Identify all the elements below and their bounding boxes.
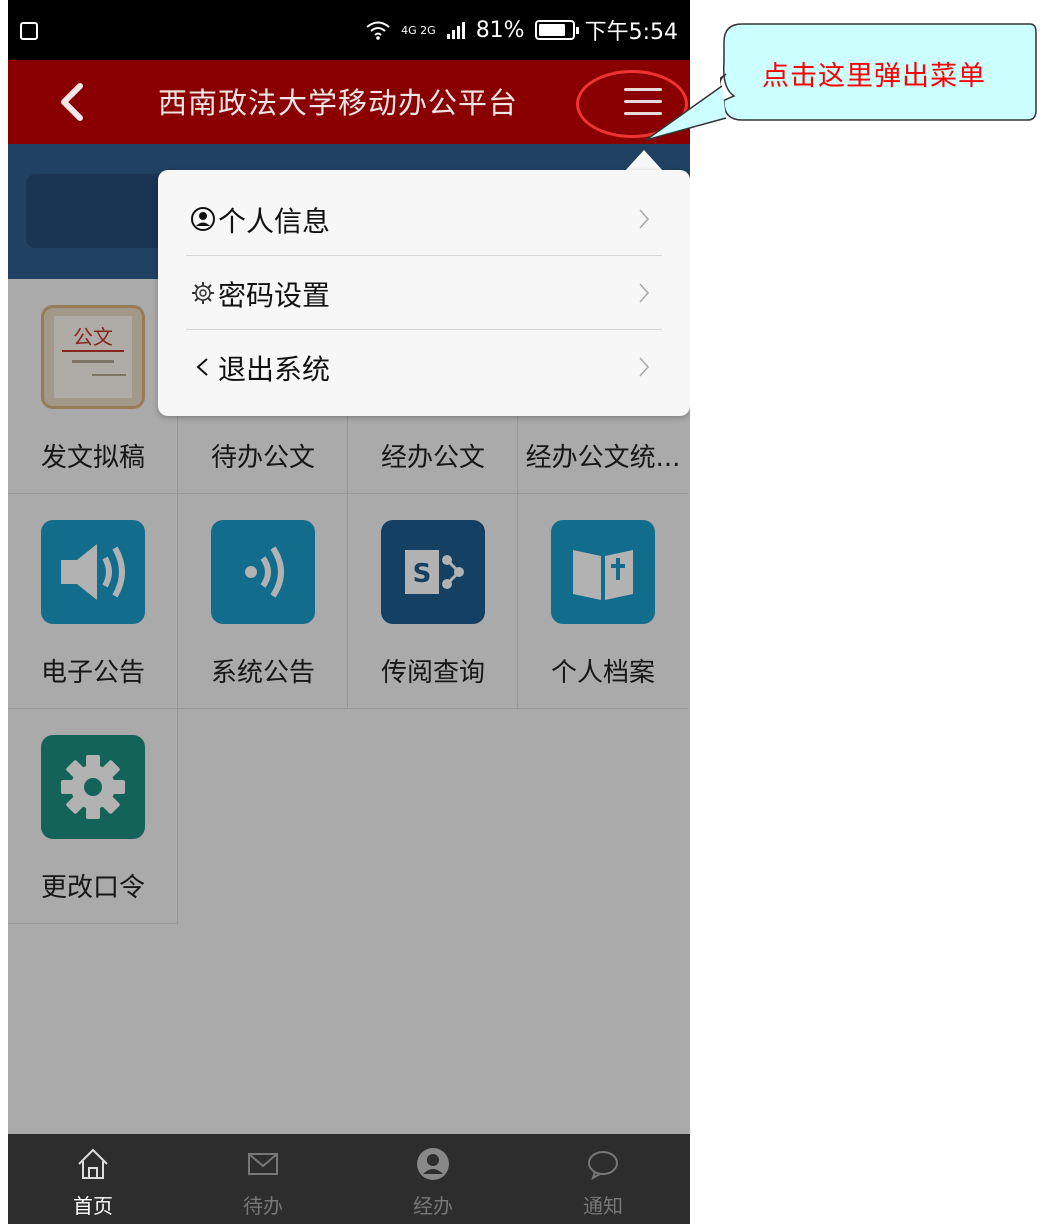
nav-label: 通知: [583, 1194, 623, 1218]
menu-item-profile[interactable]: 个人信息: [186, 182, 662, 256]
chat-bubble-icon: [588, 1151, 618, 1181]
nav-label: 待办: [243, 1194, 283, 1218]
wifi-icon: [366, 21, 390, 40]
user-circle-icon: [191, 207, 215, 231]
chevron-right-icon: [639, 283, 650, 303]
signal-icon: [446, 22, 465, 39]
nav-handled[interactable]: 经办: [348, 1134, 518, 1224]
dropdown-menu: 个人信息 密码设置 退出系统: [158, 170, 690, 416]
callout-pointer: [645, 85, 727, 141]
nav-label: 首页: [73, 1194, 113, 1218]
callout-text: 点击这里弹出菜单: [762, 61, 986, 92]
menu-item-password[interactable]: 密码设置: [186, 256, 662, 330]
battery-percent: 81%: [475, 17, 525, 43]
chevron-right-icon: [639, 357, 650, 377]
dropdown-caret: [624, 150, 664, 172]
bottom-nav: 首页 待办 经办 通知: [8, 1134, 690, 1224]
home-icon: [78, 1148, 108, 1179]
chevron-left-icon: [196, 358, 208, 376]
clock: 下午5:54: [584, 20, 678, 45]
status-bar: 4G 2G 81% 下午5:54: [8, 0, 690, 60]
phone-screen: 4G 2G 81% 下午5:54 西南政法大学移动办公平台 公文 发文拟稿 待办…: [8, 0, 690, 1224]
nav-home[interactable]: 首页: [8, 1134, 178, 1224]
menu-item-logout[interactable]: 退出系统: [186, 330, 662, 404]
nav-label: 经办: [413, 1194, 453, 1218]
mail-icon: [248, 1153, 278, 1175]
status-indicators: 4G 2G 81% 下午5:54: [365, 0, 678, 60]
nav-notify[interactable]: 通知: [518, 1134, 688, 1224]
network-indicator: 4G 2G: [401, 23, 436, 37]
menu-item-label: 个人信息: [218, 205, 331, 238]
back-button[interactable]: [52, 80, 92, 124]
gear-icon: [192, 282, 214, 304]
screenshot-icon: [20, 22, 38, 40]
battery-icon: [534, 20, 579, 40]
nav-todo[interactable]: 待办: [178, 1134, 348, 1224]
menu-item-label: 退出系统: [218, 353, 331, 386]
chevron-right-icon: [639, 209, 650, 229]
user-circle-icon: [417, 1148, 449, 1180]
page-title: 西南政法大学移动办公平台: [158, 86, 519, 120]
menu-item-label: 密码设置: [218, 279, 331, 312]
